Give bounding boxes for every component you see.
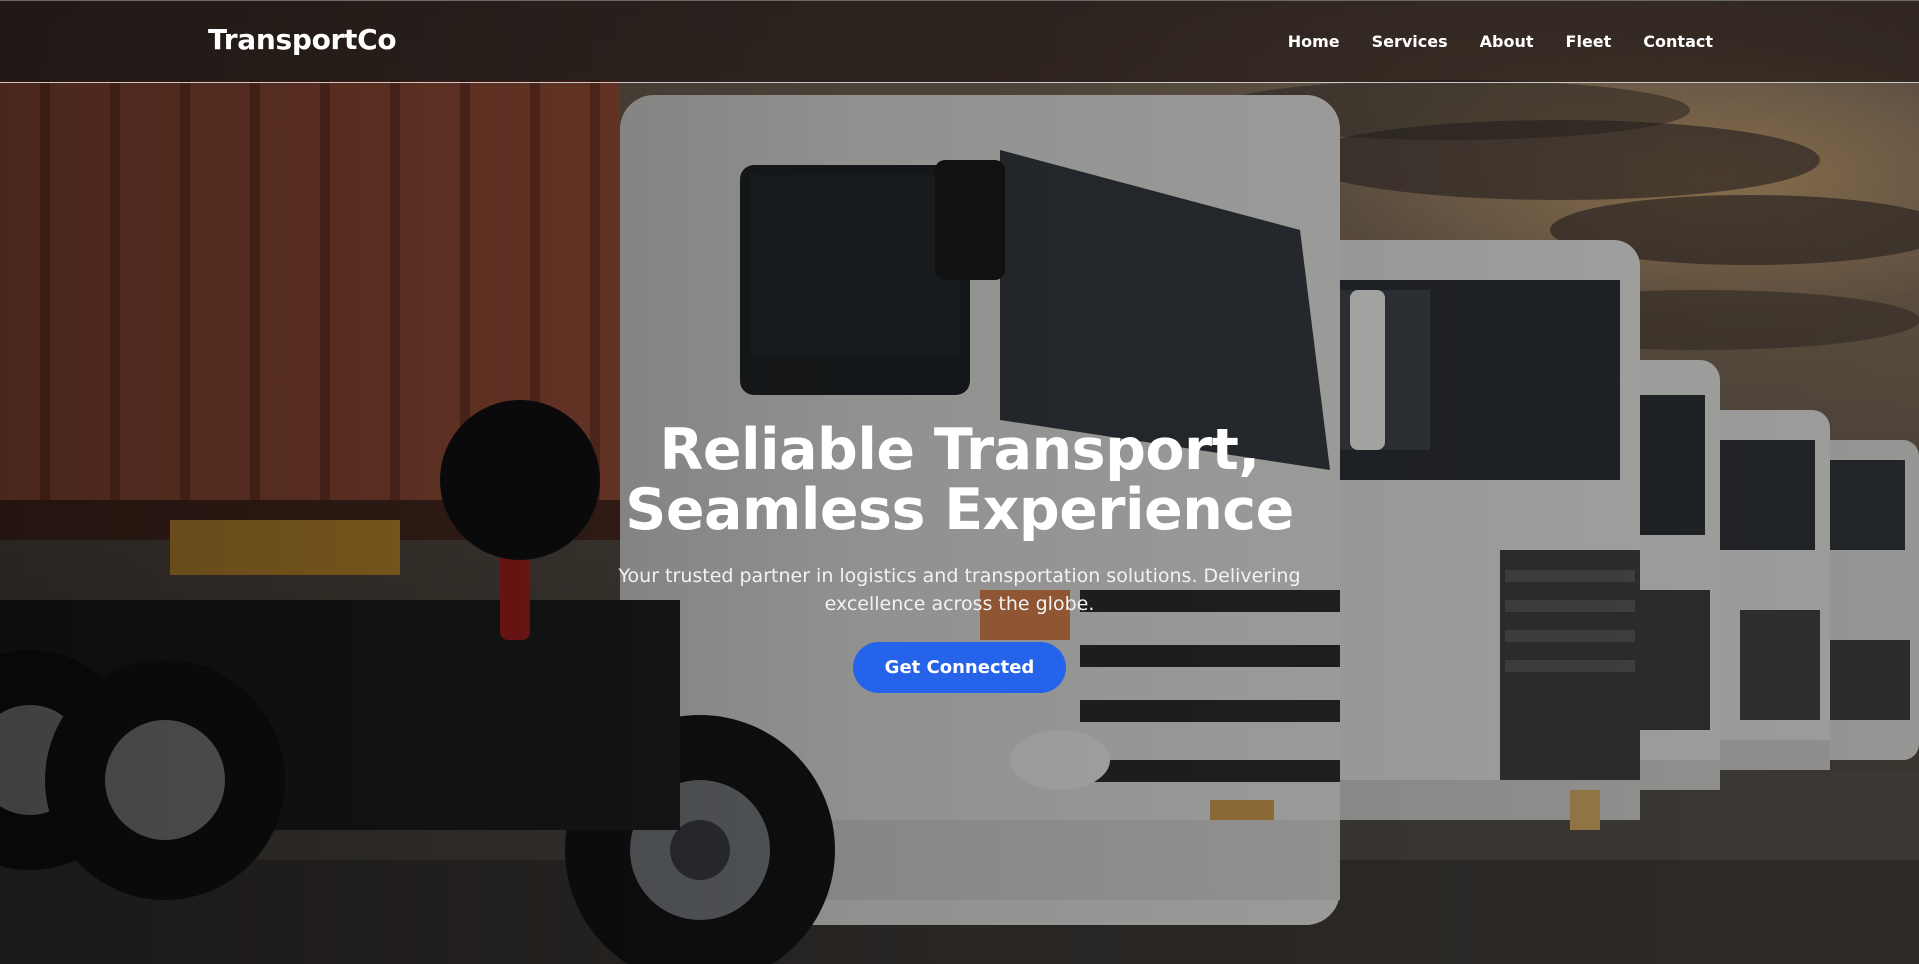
navbar: TransportCo Home Services About Fleet Co… <box>0 0 1919 83</box>
nav-link-contact[interactable]: Contact <box>1643 32 1713 51</box>
hero-subtitle: Your trusted partner in logistics and tr… <box>618 565 1301 615</box>
nav-link-about[interactable]: About <box>1480 32 1534 51</box>
brand-logo[interactable]: TransportCo <box>208 23 397 56</box>
nav-links: Home Services About Fleet Contact <box>1256 32 1713 51</box>
hero-section: TransportCo Home Services About Fleet Co… <box>0 0 1919 964</box>
nav-link-home[interactable]: Home <box>1288 32 1340 51</box>
hero-title-line-2: Seamless Experience <box>625 477 1294 543</box>
hero-content: Reliable Transport, Seamless Experience … <box>0 420 1919 693</box>
hero-title: Reliable Transport, Seamless Experience <box>0 420 1919 540</box>
get-connected-button[interactable]: Get Connected <box>852 642 1067 693</box>
nav-link-fleet[interactable]: Fleet <box>1566 32 1612 51</box>
nav-link-services[interactable]: Services <box>1372 32 1448 51</box>
hero-title-line-1: Reliable Transport, <box>659 417 1260 483</box>
